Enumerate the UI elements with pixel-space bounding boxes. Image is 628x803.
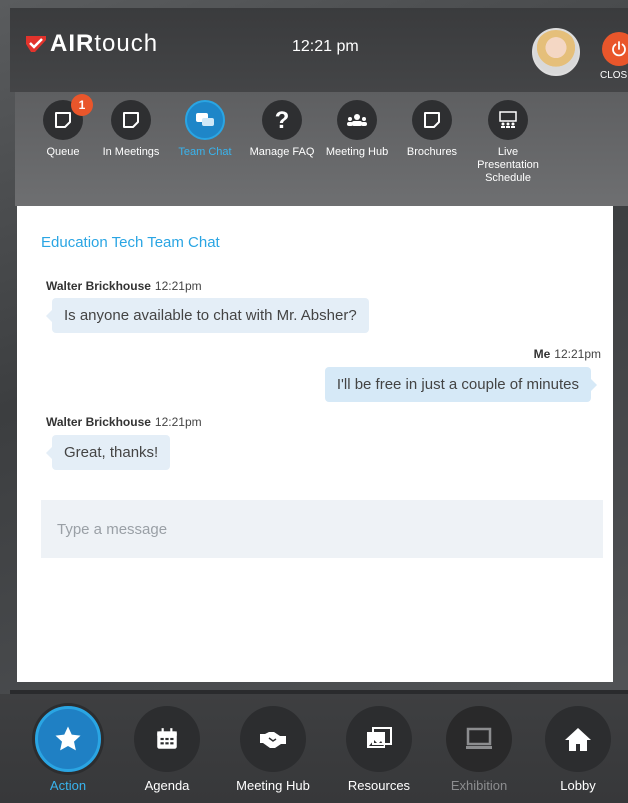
chat-title: Education Tech Team Chat bbox=[41, 234, 220, 251]
message-bubble: I'll be free in just a couple of minutes bbox=[324, 367, 598, 402]
message-sender: Walter Brickhouse 12:21pm bbox=[46, 415, 202, 429]
queue-badge: 1 bbox=[71, 94, 93, 116]
logo-text-light: touch bbox=[94, 30, 159, 57]
group-icon bbox=[347, 114, 367, 126]
message-bubble: Great, thanks! bbox=[45, 435, 171, 470]
nav-exhibition[interactable]: Exhibition bbox=[429, 706, 529, 793]
home-icon bbox=[565, 728, 591, 751]
nav-label: Agenda bbox=[144, 778, 190, 793]
question-icon: ? bbox=[274, 106, 290, 134]
calendar-icon bbox=[157, 728, 177, 749]
action-team-chat[interactable]: Team Chat bbox=[165, 100, 245, 159]
action-label: Meeting Hub bbox=[325, 146, 389, 158]
message-time: 12:21pm bbox=[154, 415, 202, 429]
close-button[interactable] bbox=[602, 32, 628, 66]
handshake-icon bbox=[260, 732, 286, 748]
close-label: CLOSE bbox=[600, 70, 628, 81]
star-icon bbox=[55, 726, 81, 751]
note-icon bbox=[123, 112, 139, 128]
note-icon bbox=[424, 112, 440, 128]
images-icon bbox=[367, 727, 392, 748]
sender-name: Walter Brickhouse bbox=[46, 279, 151, 293]
message-sender: Walter Brickhouse 12:21pm bbox=[46, 279, 202, 293]
nav-label: Action bbox=[49, 778, 87, 793]
bottom-nav: Action Agenda Meeting Hub Resources Exhi… bbox=[0, 694, 628, 803]
message-sender: Me 12:21pm bbox=[534, 347, 601, 361]
nav-resources[interactable]: Resources bbox=[329, 706, 429, 793]
logo-check-icon bbox=[26, 36, 46, 52]
chat-panel: Education Tech Team Chat Walter Brickhou… bbox=[17, 206, 613, 682]
monitor-icon bbox=[466, 727, 492, 749]
nav-action[interactable]: Action bbox=[18, 706, 118, 793]
action-label: Team Chat bbox=[178, 146, 232, 158]
power-icon bbox=[612, 41, 626, 57]
nav-agenda[interactable]: Agenda bbox=[117, 706, 217, 793]
chat-icon bbox=[196, 113, 214, 126]
message-bubble: Is anyone available to chat with Mr. Abs… bbox=[46, 298, 369, 333]
logo-text-bold: AIR bbox=[50, 30, 95, 57]
top-bar: AIRtouch 12:21 pm CLOSE bbox=[10, 8, 628, 92]
nav-label: Resources bbox=[347, 778, 411, 793]
note-icon bbox=[55, 112, 71, 128]
sender-name: Walter Brickhouse bbox=[46, 415, 151, 429]
action-in-meetings[interactable]: In Meetings bbox=[91, 100, 171, 159]
action-brochures[interactable]: Brochures bbox=[392, 100, 472, 159]
app-logo: AIR touch bbox=[26, 30, 158, 58]
sender-name: Me bbox=[533, 347, 551, 361]
nav-label: Lobby bbox=[560, 778, 596, 793]
action-label: Brochures bbox=[406, 146, 458, 158]
user-avatar[interactable] bbox=[532, 28, 580, 76]
action-label: Live Presentation Schedule bbox=[477, 146, 539, 184]
nav-meeting-hub[interactable]: Meeting Hub bbox=[223, 706, 323, 793]
action-manage-faq[interactable]: ? Manage FAQ bbox=[242, 100, 322, 159]
nav-label: Exhibition bbox=[450, 778, 508, 793]
message-time: 12:21pm bbox=[154, 279, 202, 293]
action-live-presentation-schedule[interactable]: Live Presentation Schedule bbox=[468, 100, 548, 185]
presentation-icon bbox=[499, 111, 517, 128]
message-time: 12:21pm bbox=[554, 347, 601, 361]
nav-label: Meeting Hub bbox=[236, 778, 310, 793]
action-label: Manage FAQ bbox=[249, 146, 315, 158]
action-toolbar: 1 Queue In Meetings Team Chat ? Manage F… bbox=[15, 92, 628, 206]
message-input[interactable] bbox=[41, 500, 603, 558]
action-label: In Meetings bbox=[102, 146, 160, 158]
clock: 12:21 pm bbox=[292, 38, 359, 55]
action-meeting-hub[interactable]: Meeting Hub bbox=[317, 100, 397, 159]
nav-lobby[interactable]: Lobby bbox=[528, 706, 628, 793]
